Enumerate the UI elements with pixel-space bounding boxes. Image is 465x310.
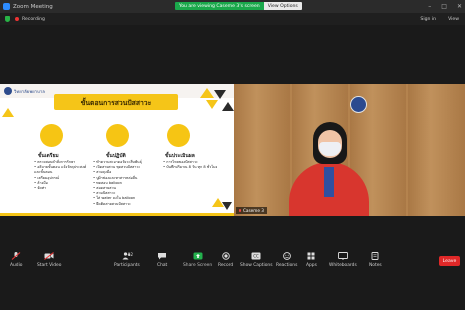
university-seal-icon xyxy=(350,96,367,113)
chat-button[interactable]: Chat xyxy=(157,252,167,268)
reactions-label: Reactions xyxy=(276,263,298,268)
zoom-window: Zoom Meeting You are viewing Caseme 3's … xyxy=(0,0,465,310)
shared-screen: วิทยาลัยพยาบาล ขั้นตอนการสวนปัสสาวะ ขั้น… xyxy=(0,84,234,216)
view-button[interactable]: View xyxy=(448,17,459,22)
recording-dot-icon xyxy=(15,17,19,21)
view-options-button[interactable]: View Options xyxy=(263,2,302,10)
video-off-icon xyxy=(44,252,55,260)
prepare-list: ตรวจสอบคำสั่งการรักษา อธิบายขั้นตอน แจ้ง… xyxy=(34,160,90,191)
participants-button[interactable]: Participants xyxy=(114,252,140,268)
participant-name: Caseme 3 xyxy=(243,208,264,213)
decor-triangle-icon xyxy=(206,100,218,109)
start-video-label: Start Video xyxy=(37,263,62,268)
whiteboards-button[interactable]: Whiteboards xyxy=(329,252,357,268)
security-shield-icon[interactable] xyxy=(5,16,10,22)
list-item: อธิบายขั้นตอน แจ้งวัตถุประสงค์ และขั้นตอ… xyxy=(34,165,90,175)
decor-triangle-icon xyxy=(222,202,232,210)
face-mask xyxy=(319,142,341,156)
title-bar: Zoom Meeting You are viewing Caseme 3's … xyxy=(0,0,465,13)
reactions-button[interactable]: Reactions xyxy=(276,252,297,268)
record-icon xyxy=(221,252,231,260)
record-label: Record xyxy=(218,263,234,268)
leave-button[interactable]: Leave xyxy=(439,256,460,266)
reactions-icon xyxy=(282,252,292,260)
participants-label: Participants xyxy=(114,263,140,268)
share-screen-icon xyxy=(193,252,203,260)
list-item: จัดท่า xyxy=(34,186,90,191)
whiteboard-icon xyxy=(337,252,348,260)
apps-button[interactable]: Apps xyxy=(306,252,317,268)
procedure-list: ทำความสะอาดอวัยวะสืบพันธุ์ เปิดสายสวน ชุ… xyxy=(93,160,159,207)
viewing-screen-message: You are viewing Caseme 3's screen xyxy=(175,2,264,10)
decor-triangle-icon xyxy=(200,88,214,98)
notes-icon xyxy=(370,252,380,260)
show-captions-button[interactable]: CC Show Captions xyxy=(240,252,272,268)
college-name: วิทยาลัยพยาบาล xyxy=(14,90,45,95)
audio-label: Audio xyxy=(10,263,23,268)
apps-label: Apps xyxy=(306,263,317,268)
participant-name-badge: Caseme 3 xyxy=(236,207,267,214)
share-screen-label: Share Screen xyxy=(183,263,213,268)
slide-footer-bar xyxy=(0,213,234,216)
apps-icon xyxy=(306,252,316,260)
zoom-logo-icon xyxy=(3,3,10,10)
chat-label: Chat xyxy=(157,263,168,268)
close-icon[interactable]: ✕ xyxy=(457,3,462,10)
notes-label: Notes xyxy=(369,263,382,268)
column-heading-procedure: ขั้นปฏิบัติ xyxy=(106,153,126,159)
minimize-icon[interactable]: – xyxy=(428,3,431,10)
decor-triangle-icon xyxy=(222,102,234,111)
meeting-toolbar: Audio Start Video Participants 12 Chat S xyxy=(0,250,465,274)
meeting-info-bar: Recording Sign in View xyxy=(0,13,465,25)
start-video-button[interactable]: Start Video xyxy=(37,252,61,268)
notes-button[interactable]: Notes xyxy=(369,252,382,268)
screen-share-banner: You are viewing Caseme 3's screen View O… xyxy=(175,2,302,10)
share-screen-button[interactable]: Share Screen xyxy=(183,252,212,268)
participant-video[interactable]: Caseme 3 xyxy=(234,84,465,216)
wood-panel xyxy=(408,84,465,216)
decor-triangle-icon xyxy=(2,108,14,117)
window-controls: – □ ✕ xyxy=(428,3,462,10)
record-button[interactable]: Record xyxy=(218,252,233,268)
captions-icon: CC xyxy=(251,252,261,260)
decor-triangle-icon xyxy=(214,90,226,99)
whiteboards-label: Whiteboards xyxy=(329,263,357,268)
list-item: บันทึกปริมาณ 8 วัน ทุก 8 ชั่วโมง xyxy=(163,165,225,170)
college-logo-icon xyxy=(4,87,12,95)
sign-in-link[interactable]: Sign in xyxy=(420,17,436,22)
microphone-muted-icon xyxy=(11,252,21,260)
recording-label: Recording xyxy=(22,16,45,22)
evaluate-list: การไหลของปัสสาวะ บันทึกปริมาณ 8 วัน ทุก … xyxy=(163,160,225,170)
chat-icon xyxy=(157,252,167,260)
catheter-icon xyxy=(40,124,63,147)
slide-title: ขั้นตอนการสวนปัสสาวะ xyxy=(54,94,178,110)
bladder-icon xyxy=(106,124,129,147)
maximize-icon[interactable]: □ xyxy=(441,3,447,10)
lanyard xyxy=(324,167,334,197)
window-title: Zoom Meeting xyxy=(13,3,53,10)
audio-button[interactable]: Audio xyxy=(10,252,22,268)
wood-panel xyxy=(234,84,290,216)
muted-mic-icon xyxy=(239,209,241,212)
list-item: ยึดติดสายสวนปัสสาวะ xyxy=(93,202,159,207)
column-heading-prepare: ขั้นเตรียม xyxy=(38,153,59,159)
urine-bag-icon xyxy=(167,124,190,147)
participant-count: 12 xyxy=(128,252,134,257)
svg-text:CC: CC xyxy=(253,254,259,259)
show-captions-label: Show Captions xyxy=(240,263,273,268)
column-heading-evaluate: ขั้นประเมินผล xyxy=(165,153,195,159)
